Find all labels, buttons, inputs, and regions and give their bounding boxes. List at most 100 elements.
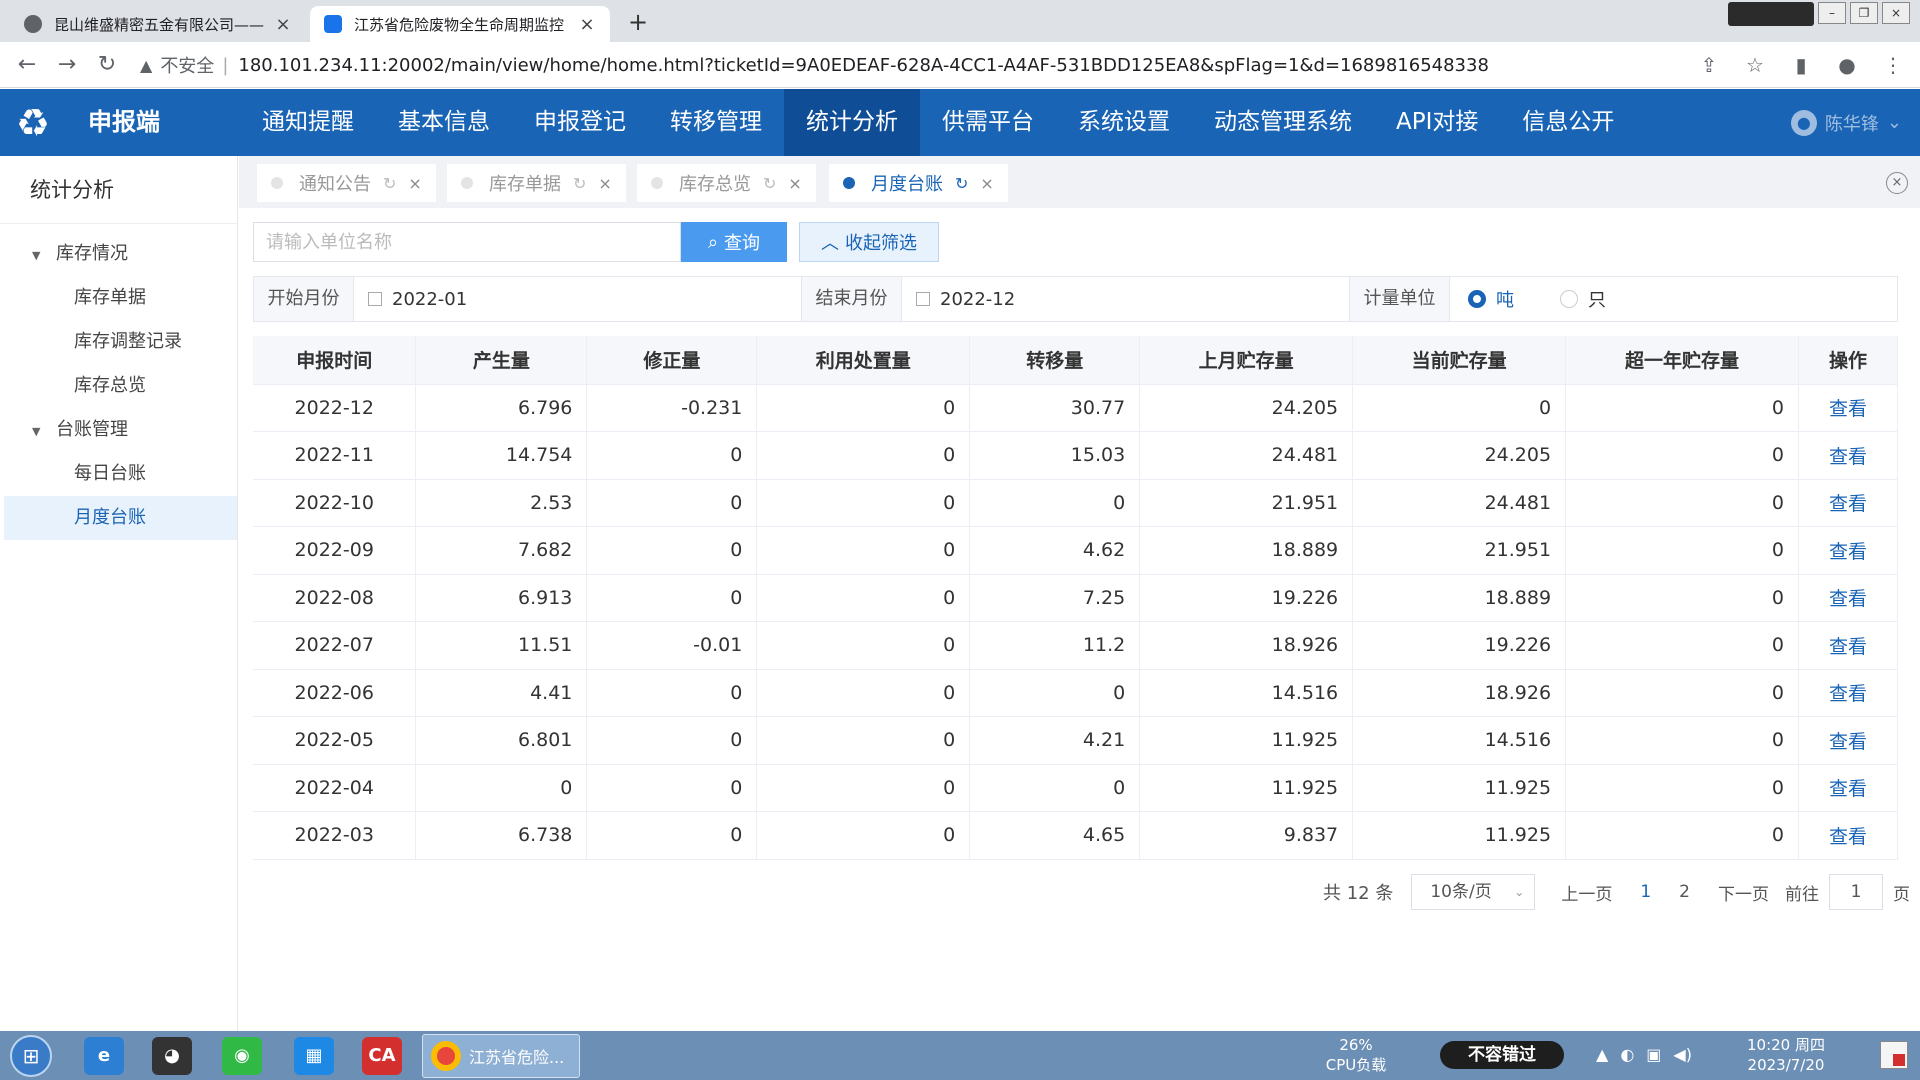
refresh-icon[interactable]: ↻ [573, 174, 586, 193]
unit-radio-ton[interactable] [1468, 290, 1486, 308]
browser-tab-1[interactable]: 昆山维盛精密五金有限公司—— × [10, 6, 306, 42]
column-header[interactable]: 产生量 [415, 336, 588, 385]
page-number-1[interactable]: 1 [1640, 882, 1651, 902]
taskbar-chrome-app[interactable]: 江苏省危险... [422, 1034, 580, 1078]
qq-penguin-icon[interactable]: ◕ [152, 1037, 192, 1075]
close-tab-icon[interactable]: × [274, 14, 292, 35]
ie-browser-icon[interactable]: e [84, 1037, 124, 1075]
sidebar-item-daily-ledger[interactable]: 每日台账 [0, 452, 237, 496]
new-tab-button[interactable]: + [624, 8, 652, 36]
sidebar-item-monthly-ledger[interactable]: 月度台账 [4, 496, 237, 540]
minimize-button[interactable]: – [1818, 2, 1846, 24]
close-all-tabs-icon[interactable]: × [1886, 172, 1908, 194]
sidebar-group-inventory[interactable]: ▼ 库存情况 [0, 232, 237, 276]
next-page-button[interactable]: 下一页 [1718, 880, 1769, 905]
sidebar-item-inventory-adjust[interactable]: 库存调整记录 [0, 320, 237, 364]
restore-button[interactable]: ❐ [1850, 2, 1878, 24]
forward-icon[interactable]: → [54, 52, 80, 78]
end-month-picker[interactable]: 2022-12 [902, 277, 1350, 321]
tray-expand-icon[interactable]: ▲ [1596, 1045, 1608, 1064]
view-link[interactable]: 查看 [1798, 384, 1899, 432]
column-header[interactable]: 申报时间 [253, 336, 417, 385]
close-icon[interactable]: × [408, 174, 421, 193]
nav-item-declaration[interactable]: 申报登记 [512, 89, 648, 156]
close-icon[interactable]: × [598, 174, 611, 193]
volume-icon[interactable]: ◀) [1673, 1045, 1692, 1064]
refresh-icon[interactable]: ↻ [383, 174, 396, 193]
extension-toolbar[interactable] [1728, 2, 1814, 26]
column-header[interactable]: 修正量 [586, 336, 758, 385]
company-search-input[interactable] [253, 222, 681, 262]
view-link[interactable]: 查看 [1798, 431, 1899, 480]
network-icon[interactable]: ▣ [1646, 1045, 1661, 1064]
user-menu[interactable]: ● 陈华锋 ⌄ [1790, 89, 1902, 156]
menu-kebab-icon[interactable]: ⋮ [1880, 52, 1906, 78]
page-number-2[interactable]: 2 [1679, 882, 1690, 902]
sidepanel-icon[interactable]: ▮ [1788, 52, 1814, 78]
goto-page-input[interactable]: 1 [1829, 874, 1883, 910]
back-icon[interactable]: ← [14, 52, 40, 78]
windows-start-icon[interactable]: ⊞ [10, 1035, 52, 1077]
unit-radio-ton-label[interactable]: 吨 [1496, 286, 1514, 312]
ca-app-icon[interactable]: CA [362, 1037, 402, 1075]
clock[interactable]: 10:20 周四 2023/7/20 [1726, 1035, 1846, 1075]
tray-app-icon[interactable]: ◐ [1620, 1045, 1634, 1064]
page-tab-monthly-ledger[interactable]: 月度台账 ↻ × [829, 164, 1008, 202]
view-link[interactable]: 查看 [1798, 574, 1899, 622]
show-desktop-button[interactable] [1880, 1041, 1908, 1069]
refresh-icon[interactable]: ↻ [763, 174, 776, 193]
sidebar-item-inventory-docs[interactable]: 库存单据 [0, 276, 237, 320]
view-link[interactable]: 查看 [1798, 811, 1899, 860]
collapse-filter-button[interactable]: ︿ 收起筛选 [799, 222, 939, 262]
column-header[interactable]: 利用处置量 [756, 336, 971, 385]
reload-icon[interactable]: ↻ [94, 52, 120, 78]
share-icon[interactable]: ⇪ [1696, 52, 1722, 78]
tab-dot-icon [651, 177, 663, 189]
nav-item-disclosure[interactable]: 信息公开 [1500, 89, 1636, 156]
nav-item-settings[interactable]: 系统设置 [1056, 89, 1192, 156]
sidebar-group-ledger[interactable]: ▼ 台账管理 [0, 408, 237, 452]
view-link[interactable]: 查看 [1798, 669, 1899, 717]
sidebar-item-inventory-overview[interactable]: 库存总览 [0, 364, 237, 408]
page-tab-inventory-overview[interactable]: 库存总览 ↻ × [637, 164, 816, 202]
page-tab-inventory-docs[interactable]: 库存单据 ↻ × [447, 164, 626, 202]
close-tab-icon[interactable]: × [578, 14, 596, 35]
view-link[interactable]: 查看 [1798, 621, 1899, 670]
file-manager-icon[interactable]: ▦ [294, 1037, 334, 1075]
column-header[interactable]: 超一年贮存量 [1565, 336, 1799, 385]
calendar-icon [368, 292, 382, 306]
close-icon[interactable]: × [980, 174, 993, 193]
column-header[interactable]: 上月贮存量 [1139, 336, 1354, 385]
page-tab-notice[interactable]: 通知公告 ↻ × [257, 164, 436, 202]
nav-item-api[interactable]: API对接 [1374, 89, 1500, 156]
table-cell: 2022-06 [253, 669, 417, 717]
nav-item-transfer[interactable]: 转移管理 [648, 89, 784, 156]
unit-radio-piece[interactable] [1560, 290, 1578, 308]
view-link[interactable]: 查看 [1798, 764, 1899, 812]
browser-tab-2[interactable]: 江苏省危险废物全生命周期监控 × [310, 6, 610, 42]
close-icon[interactable]: × [788, 174, 801, 193]
page-tab-label: 库存总览 [679, 174, 751, 195]
url-field[interactable]: ▲ 不安全 | 180.101.234.11:20002/main/view/h… [140, 48, 1680, 82]
nav-item-notice[interactable]: 通知提醒 [240, 89, 376, 156]
nav-item-statistics[interactable]: 统计分析 [784, 89, 920, 156]
view-link[interactable]: 查看 [1798, 479, 1899, 527]
refresh-icon[interactable]: ↻ [955, 174, 968, 193]
close-window-button[interactable]: × [1882, 2, 1910, 24]
bookmark-star-icon[interactable]: ☆ [1742, 52, 1768, 78]
nav-item-dynamic-management[interactable]: 动态管理系统 [1192, 89, 1374, 156]
start-month-picker[interactable]: 2022-01 [354, 277, 802, 321]
wechat-icon[interactable]: ◉ [222, 1037, 262, 1075]
profile-icon[interactable]: ● [1834, 52, 1860, 78]
query-button[interactable]: ⌕ 查询 [681, 222, 787, 262]
column-header[interactable]: 当前贮存量 [1352, 336, 1567, 385]
nav-item-supply-demand[interactable]: 供需平台 [920, 89, 1056, 156]
promo-badge[interactable]: 不容错过 [1440, 1041, 1564, 1069]
view-link[interactable]: 查看 [1798, 526, 1899, 575]
page-size-select[interactable]: 10条/页 ⌄ [1411, 874, 1536, 910]
column-header[interactable]: 转移量 [969, 336, 1141, 385]
nav-item-basic-info[interactable]: 基本信息 [376, 89, 512, 156]
prev-page-button[interactable]: 上一页 [1561, 880, 1612, 905]
view-link[interactable]: 查看 [1798, 716, 1899, 765]
unit-radio-piece-label[interactable]: 只 [1588, 286, 1606, 312]
